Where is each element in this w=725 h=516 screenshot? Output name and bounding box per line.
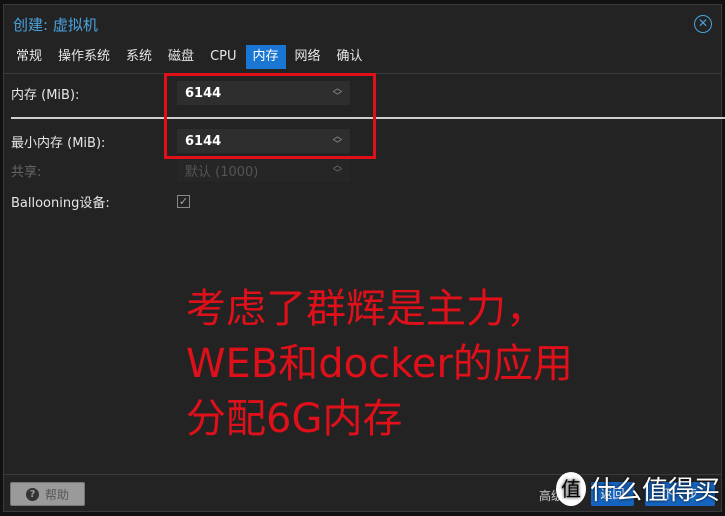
tab-system[interactable]: 系统	[119, 45, 159, 69]
spinner-icon: ︿ ﹀	[332, 161, 342, 179]
shares-label: 共享:	[11, 164, 42, 180]
tab-general[interactable]: 常规	[9, 45, 49, 69]
min-memory-label: 最小内存 (MiB):	[11, 135, 106, 151]
watermark-badge: 值	[556, 471, 586, 506]
ballooning-label: Ballooning设备:	[11, 196, 110, 211]
tab-confirm[interactable]: 确认	[330, 45, 370, 69]
watermark: 值 什么值得买	[556, 470, 720, 507]
dialog-title: 创建: 虚拟机	[13, 16, 98, 34]
shares-placeholder: 默认 (1000)	[185, 164, 259, 180]
highlight-box	[164, 73, 376, 159]
shares-input: 默认 (1000) ︿ ﹀	[177, 158, 350, 182]
annotation-line: WEB和docker的应用	[186, 341, 573, 387]
question-icon: ?	[25, 487, 39, 501]
annotation-line: 分配6G内存	[186, 396, 403, 442]
ballooning-checkbox[interactable]: ✓	[177, 195, 190, 208]
help-button[interactable]: ? 帮助	[10, 482, 85, 506]
close-icon[interactable]: ✕	[694, 15, 712, 33]
annotation-text: 考虑了群辉是主力， WEB和docker的应用 分配6G内存	[186, 282, 573, 447]
help-label: 帮助	[44, 487, 69, 502]
tab-network[interactable]: 网络	[288, 45, 328, 69]
tab-bar: 常规 操作系统 系统 磁盘 CPU 内存 网络 确认	[9, 45, 370, 69]
watermark-text: 什么值得买	[590, 476, 721, 506]
ballooning-row: Ballooning设备: ✓	[11, 192, 190, 211]
tab-cpu[interactable]: CPU	[203, 45, 243, 69]
shares-row: 共享: 默认 (1000) ︿ ﹀	[11, 158, 350, 182]
tab-memory[interactable]: 内存	[245, 45, 286, 69]
memory-label: 内存 (MiB):	[11, 87, 80, 103]
annotation-line: 考虑了群辉是主力，	[186, 286, 546, 332]
tab-disk[interactable]: 磁盘	[161, 45, 201, 69]
tab-os[interactable]: 操作系统	[51, 45, 117, 69]
